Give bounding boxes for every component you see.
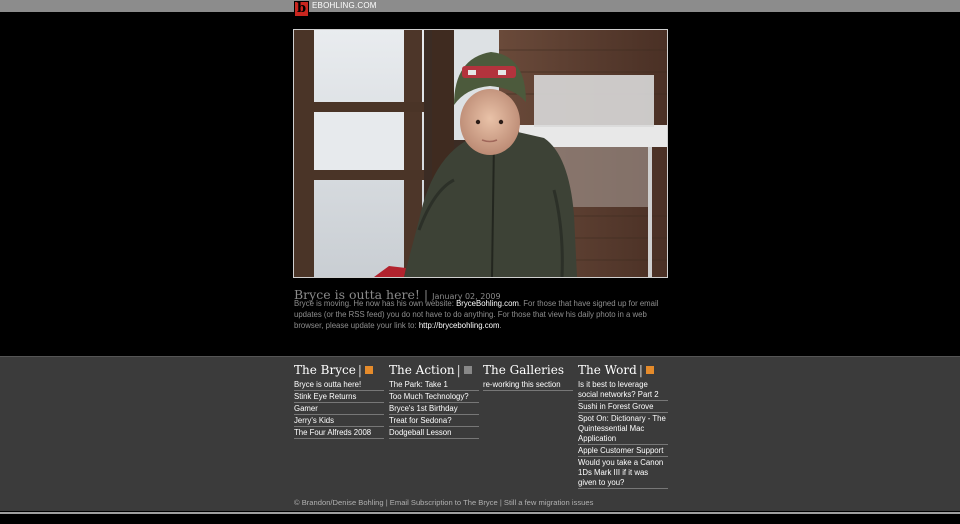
post-text-3: . (499, 321, 502, 330)
column-heading: The Bryce | (294, 363, 384, 379)
heading-the-bryce[interactable]: The Bryce (294, 363, 356, 377)
list-item[interactable]: Spot On: Dictionary - The Quintessential… (578, 413, 668, 445)
heading-separator: | (638, 363, 643, 377)
list-item[interactable]: Too Much Technology? (389, 391, 479, 403)
heading-separator: | (456, 363, 461, 377)
bottom-divider (0, 512, 960, 514)
post-text-1: Bryce is moving. He now has his own webs… (294, 299, 457, 308)
heading-separator: | (357, 363, 362, 377)
list-item[interactable]: Would you take a Canon 1Ds Mark III if i… (578, 457, 668, 489)
list-item[interactable]: re-working this section (483, 379, 573, 391)
footer-column-the-word: The Word | Is it best to leverage social … (578, 363, 668, 489)
list-item[interactable]: Bryce's 1st Birthday (389, 403, 479, 415)
copyright-text: © Brandon/Denise Bohling | Email Subscri… (294, 498, 594, 507)
photo-boy-in-jacket (294, 30, 667, 277)
site-logo[interactable]: b (294, 1, 309, 17)
heading-the-word[interactable]: The Word (578, 363, 637, 377)
list-item[interactable]: Jerry's Kids (294, 415, 384, 427)
post-body: Bryce is moving. He now has his own webs… (294, 298, 670, 331)
list-item[interactable]: Stink Eye Returns (294, 391, 384, 403)
heading-the-galleries[interactable]: The Galleries (483, 363, 564, 377)
column-heading: The Word | (578, 363, 668, 379)
list-item[interactable]: Dodgeball Lesson (389, 427, 479, 439)
list-item[interactable]: Apple Customer Support (578, 445, 668, 457)
list-item[interactable]: Bryce is outta here! (294, 379, 384, 391)
footer-column-the-bryce: The Bryce | Bryce is outta here! Stink Ey… (294, 363, 384, 439)
footer-column-the-action: The Action | The Park: Take 1 Too Much Te… (389, 363, 479, 439)
list-item[interactable]: The Park: Take 1 (389, 379, 479, 391)
column-heading: The Action | (389, 363, 479, 379)
footer-column-the-galleries: The Galleries re-working this section (483, 363, 573, 391)
site-name[interactable]: EBOHLING.COM (312, 1, 377, 11)
list-item[interactable]: Treat for Sedona? (389, 415, 479, 427)
rss-icon[interactable] (364, 365, 373, 374)
list-item[interactable]: Sushi in Forest Grove (578, 401, 668, 413)
column-heading: The Galleries (483, 363, 573, 379)
rss-icon[interactable] (463, 365, 472, 374)
footer-panel (0, 356, 960, 498)
top-bar (0, 0, 960, 12)
heading-the-action[interactable]: The Action (389, 363, 455, 377)
daily-photo[interactable] (293, 29, 668, 278)
bryce-site-link[interactable]: BryceBohling.com (456, 299, 519, 308)
bryce-url-link[interactable]: http://brycebohling.com (419, 321, 500, 330)
list-item[interactable]: Is it best to leverage social networks? … (578, 379, 668, 401)
list-item[interactable]: Gamer (294, 403, 384, 415)
list-item[interactable]: The Four Alfreds 2008 (294, 427, 384, 439)
rss-icon[interactable] (645, 365, 654, 374)
